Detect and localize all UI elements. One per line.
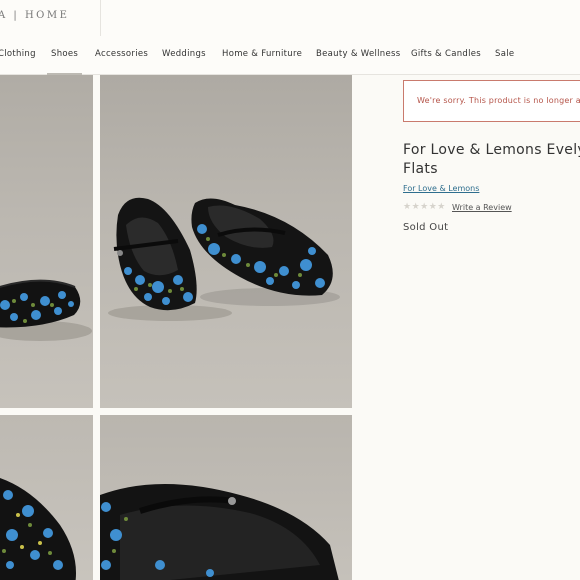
unavailable-alert: We're sorry. This product is no longer a… xyxy=(403,80,580,122)
product-title: For Love & Lemons Evelyn Flats xyxy=(403,142,580,177)
product-brand-link[interactable]: For Love & Lemons xyxy=(403,184,479,193)
rating-stars-icon: ★★★★★ xyxy=(403,202,446,212)
nav-item-clothing[interactable]: Clothing xyxy=(0,49,36,59)
nav-item-beauty-wellness[interactable]: Beauty & Wellness xyxy=(316,49,400,59)
alert-message: We're sorry. This product is no longer a… xyxy=(417,96,580,105)
brand-logo-area[interactable]: A | HOME xyxy=(0,0,101,36)
product-image-1[interactable] xyxy=(0,75,93,408)
top-header: A | HOME xyxy=(0,0,580,37)
product-image-3[interactable] xyxy=(0,415,93,580)
main-nav: Clothing Shoes Accessories Weddings Home… xyxy=(0,36,580,75)
nav-item-weddings[interactable]: Weddings xyxy=(162,49,206,59)
nav-item-home-furniture[interactable]: Home & Furniture xyxy=(222,49,302,59)
nav-item-sale[interactable]: Sale xyxy=(495,49,514,59)
nav-item-accessories[interactable]: Accessories xyxy=(95,49,148,59)
brand-logo[interactable]: A | HOME xyxy=(0,10,69,21)
nav-item-shoes[interactable]: Shoes xyxy=(46,49,83,75)
product-image-4[interactable] xyxy=(100,415,352,580)
product-image-2[interactable] xyxy=(100,75,352,408)
stock-status: Sold Out xyxy=(403,222,449,233)
nav-item-gifts-candles[interactable]: Gifts & Candles xyxy=(411,49,481,59)
header-search-area[interactable] xyxy=(101,0,580,36)
write-review-link[interactable]: Write a Review xyxy=(452,203,512,212)
